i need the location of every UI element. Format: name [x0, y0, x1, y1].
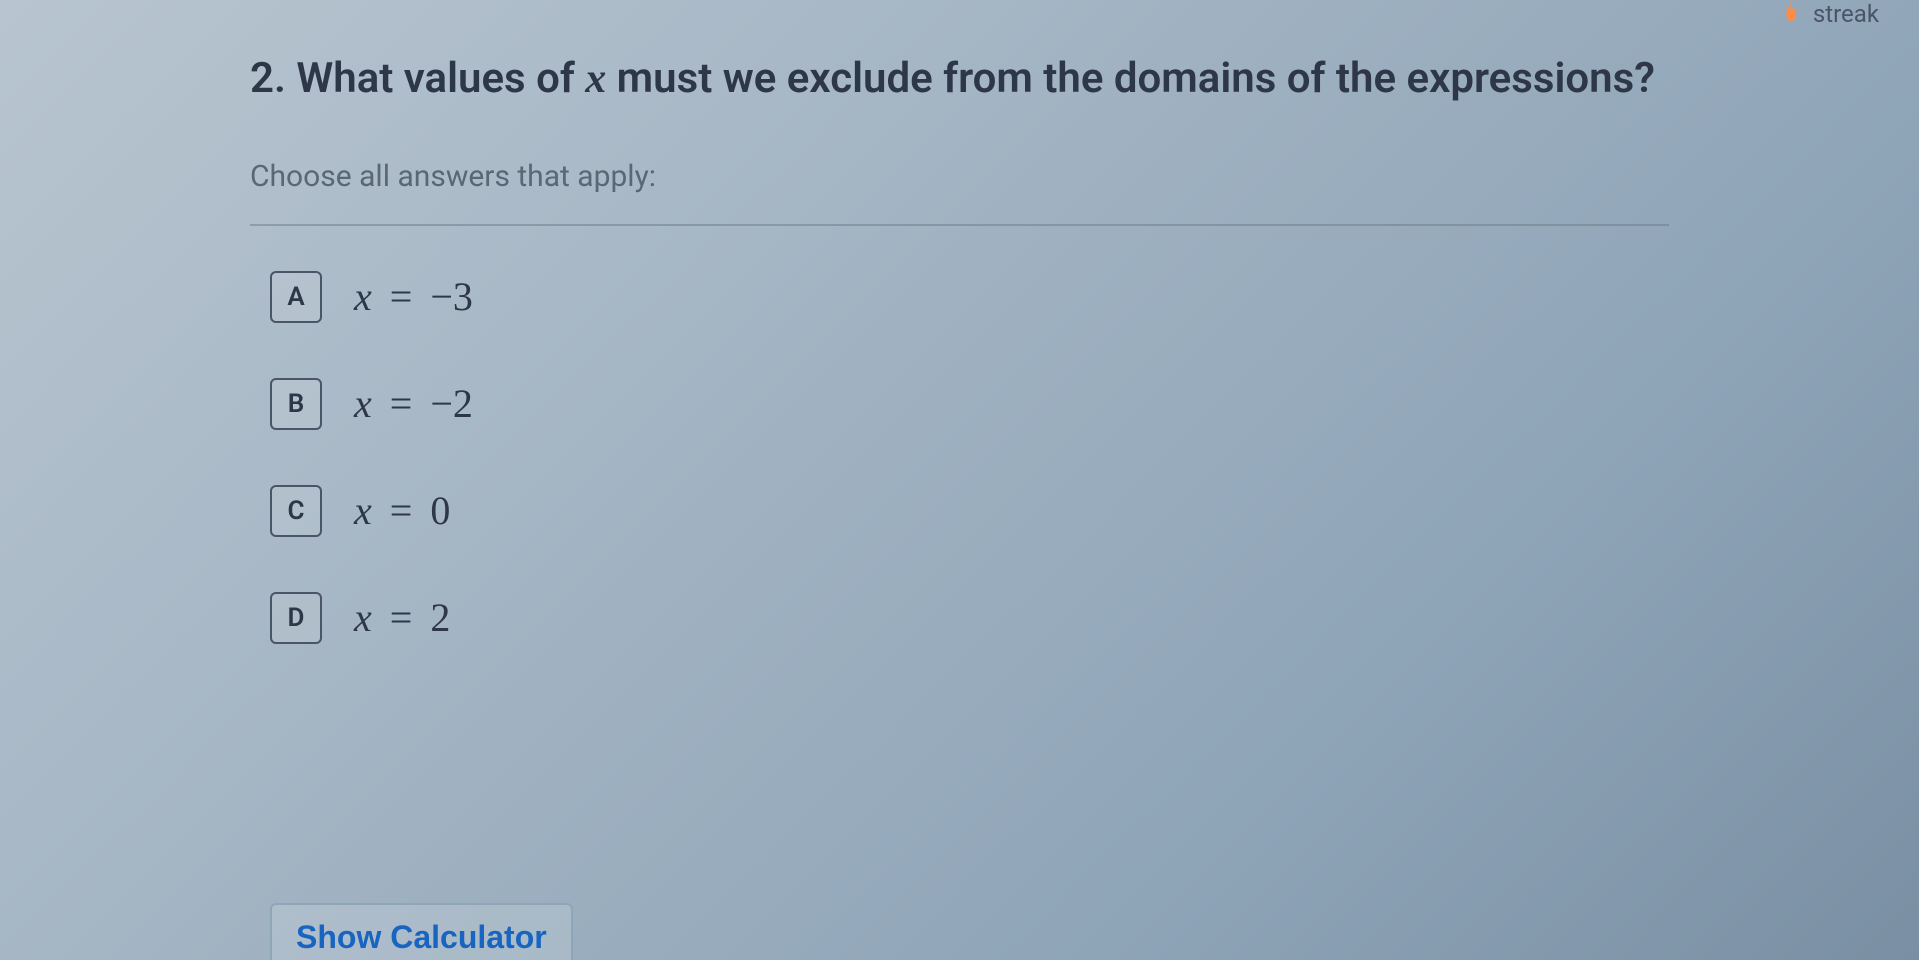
question-number: 2. [250, 54, 286, 103]
option-letter-b: B [270, 378, 322, 430]
show-calculator-button[interactable]: Show Calculator [270, 903, 573, 960]
instruction-text: Choose all answers that apply: [250, 159, 1669, 194]
option-letter-c: C [270, 485, 322, 537]
streak-label: streak [1813, 0, 1879, 28]
option-c[interactable]: C x = 0 [270, 485, 1669, 537]
option-text-c: x = 0 [354, 487, 450, 534]
question-text-before: What values of [296, 54, 585, 103]
question-variable: x [585, 56, 606, 102]
options-list: A x = −3 B x = −2 C x = 0 D x = 2 [250, 271, 1669, 644]
option-letter-d: D [270, 592, 322, 644]
option-text-b: x = −2 [354, 380, 473, 427]
top-bar: streak [1777, 0, 1879, 28]
divider [250, 224, 1669, 226]
question-content: 2. What values of x must we exclude from… [0, 0, 1919, 644]
option-letter-a: A [270, 271, 322, 323]
option-text-a: x = −3 [354, 273, 473, 320]
option-b[interactable]: B x = −2 [270, 378, 1669, 430]
option-d[interactable]: D x = 2 [270, 592, 1669, 644]
option-a[interactable]: A x = −3 [270, 271, 1669, 323]
streak-icon [1777, 0, 1805, 28]
question-text-after: must we exclude from the domains of the … [606, 54, 1655, 103]
option-text-d: x = 2 [354, 594, 450, 641]
question-header: 2. What values of x must we exclude from… [250, 50, 1669, 109]
